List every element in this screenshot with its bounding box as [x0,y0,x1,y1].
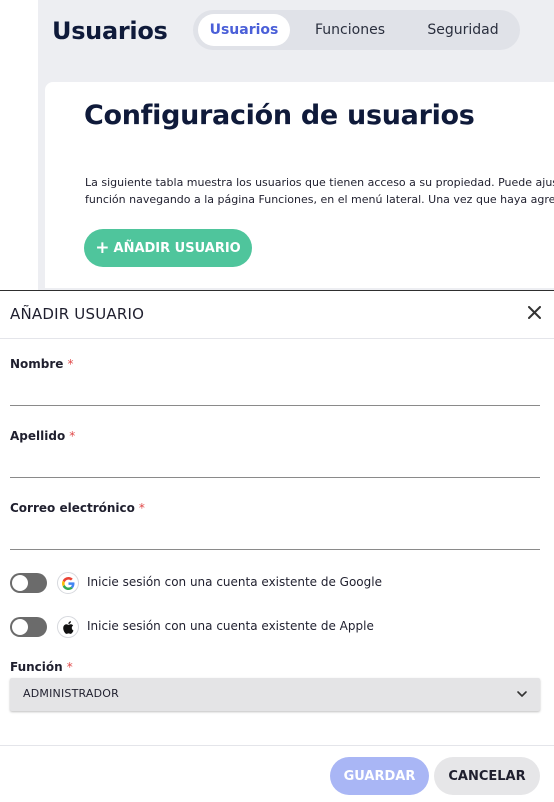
users-config-card: Configuración de usuarios La siguiente t… [45,82,554,288]
apple-login-label: Inicie sesión con una cuenta existente d… [87,619,374,633]
plus-icon: + [95,237,110,258]
correo-label: Correo electrónico * [10,501,145,515]
close-icon[interactable] [524,302,544,322]
nombre-label: Nombre * [10,357,74,371]
google-icon [57,572,79,594]
cancel-button[interactable]: CANCELAR [434,757,540,795]
card-description-line1: La siguiente tabla muestra los usuarios … [85,176,554,189]
apellido-field[interactable] [10,453,540,478]
funcion-label: Función * [10,660,73,674]
add-user-dialog: AÑADIR USUARIO Nombre * Apellido * Correo … [0,290,554,802]
email-field[interactable] [10,525,540,550]
apple-login-toggle[interactable] [10,617,47,637]
add-user-button-label: AÑADIR USUARIO [113,240,241,256]
apple-icon [57,616,79,638]
funcion-selected-value: ADMINISTRADOR [23,687,119,700]
card-heading: Configuración de usuarios [84,100,475,131]
footer-divider [0,745,554,746]
page-title: Usuarios [52,17,168,45]
google-login-label: Inicie sesión con una cuenta existente d… [87,575,382,589]
tab-seguridad[interactable]: Seguridad [411,14,515,46]
tab-bar: Usuarios Funciones Seguridad [193,10,520,50]
tab-funciones[interactable]: Funciones [299,14,401,46]
funcion-select[interactable]: ADMINISTRADOR [10,678,540,711]
save-button[interactable]: GUARDAR [330,757,429,795]
google-login-toggle[interactable] [10,573,47,593]
nombre-field[interactable] [10,381,540,406]
apellido-label: Apellido * [10,429,76,443]
chevron-down-icon [517,691,527,697]
card-description-line2: función navegando a la página Funciones,… [85,193,554,206]
header-divider [0,338,554,339]
add-user-button[interactable]: + AÑADIR USUARIO [84,229,252,267]
dialog-title: AÑADIR USUARIO [10,305,145,323]
tab-usuarios[interactable]: Usuarios [198,14,290,46]
